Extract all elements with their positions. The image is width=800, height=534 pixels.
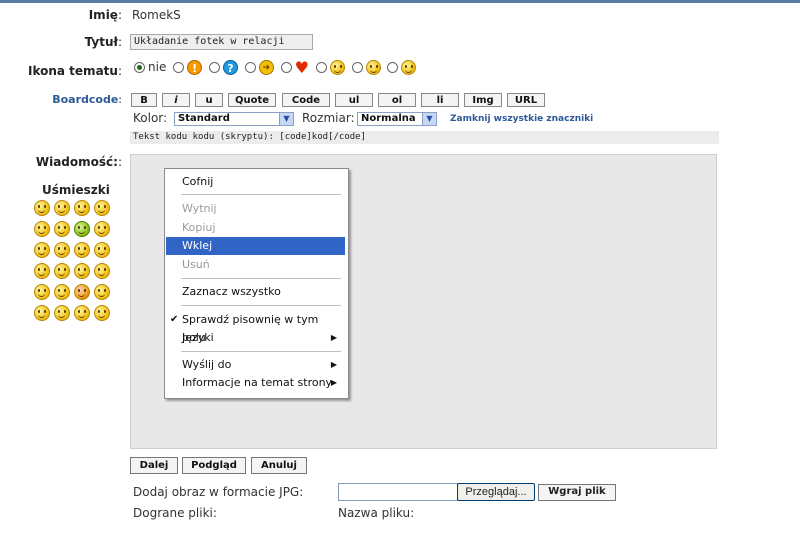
icon-radio-smile[interactable] — [387, 62, 399, 73]
arrow-right-icon: ➜ — [258, 60, 274, 75]
rolleyes-smiley-icon[interactable] — [54, 284, 70, 300]
menu-item-delete: Usuń — [182, 258, 210, 271]
color-select[interactable]: Standard ▼ — [174, 112, 294, 126]
mad-smiley-icon[interactable] — [54, 305, 70, 321]
tongue-smiley-icon[interactable] — [94, 200, 110, 216]
filename-label: Nazwa pliku: — [338, 506, 415, 520]
icon-options: nie ! ? ➜ ♥ — [134, 60, 419, 78]
icon-radio-shocked[interactable] — [351, 62, 363, 73]
ul-button[interactable]: ul — [335, 93, 373, 107]
li-button[interactable]: li — [421, 93, 459, 107]
worried-smiley-icon[interactable] — [74, 242, 90, 258]
uploaded-files-label: Dograne pliki: — [133, 506, 217, 520]
surprised-smiley-icon[interactable] — [54, 221, 70, 237]
size-label: Rozmiar: — [302, 111, 355, 125]
menu-separator — [181, 351, 341, 352]
grin-smiley-icon[interactable] — [34, 221, 50, 237]
icon-radio-none[interactable] — [134, 62, 145, 73]
browse-button[interactable]: Przeglądaj... — [457, 483, 535, 501]
nerd-smiley-icon[interactable] — [74, 263, 90, 279]
ol-button[interactable]: ol — [378, 93, 416, 107]
submenu-arrow-icon: ▶ — [330, 333, 337, 342]
menu-item-copy: Kopiuj — [182, 221, 216, 234]
smileys-label: Uśmieszki — [42, 183, 110, 197]
heart-icon: ♥ — [294, 58, 309, 77]
close-tags-link[interactable]: Zamknij wszystkie znaczniki — [450, 114, 593, 124]
shocked-smiley-icon[interactable] — [34, 263, 50, 279]
icon-none-label: nie — [148, 60, 167, 74]
wink-smiley-icon[interactable] — [54, 200, 70, 216]
menu-item-select-all[interactable]: Zaznacz wszystko — [166, 283, 345, 301]
glasses-smiley-icon[interactable] — [94, 284, 110, 300]
icon-radio-question[interactable] — [208, 62, 220, 73]
title-input[interactable]: Układanie fotek w relacji — [130, 34, 313, 50]
context-menu: Cofnij Wytnij Kopiuj Wklej Usuń Zaznacz … — [164, 168, 349, 399]
devil-smiley-icon[interactable] — [74, 284, 90, 300]
menu-item-page-info[interactable]: Informacje na temat strony ▶ — [166, 374, 345, 392]
warning-icon: ! — [187, 60, 203, 75]
submenu-arrow-icon: ▶ — [330, 378, 337, 387]
embarrassed-smiley-icon[interactable] — [74, 305, 90, 321]
preview-button[interactable]: Podgląd — [182, 457, 246, 474]
menu-item-send-to[interactable]: Wyślij do ▶ — [166, 356, 345, 374]
icon-radio-grin[interactable] — [315, 62, 327, 73]
laugh-smiley-icon[interactable] — [54, 263, 70, 279]
icon-radio-warning[interactable] — [173, 62, 185, 73]
icon-radio-heart[interactable] — [280, 62, 292, 73]
add-image-label: Dodaj obraz w formacie JPG: — [133, 485, 304, 499]
crazy-smiley-icon[interactable] — [94, 305, 110, 321]
file-path-input[interactable] — [338, 483, 458, 501]
icon-radio-arrow[interactable] — [244, 62, 256, 73]
dizzy-smiley-icon[interactable] — [94, 263, 110, 279]
next-button[interactable]: Dalej — [130, 457, 178, 474]
sad-smiley-icon[interactable] — [54, 242, 70, 258]
bold-button[interactable]: B — [131, 93, 157, 107]
chevron-down-icon: ▼ — [279, 113, 293, 125]
sick-smiley-icon[interactable] — [74, 221, 90, 237]
shocked-icon — [365, 60, 381, 75]
message-label: Wiadomość:: — [35, 155, 122, 169]
checkmark-icon: ✔ — [170, 314, 179, 325]
menu-separator — [181, 194, 341, 195]
smile-icon — [401, 60, 417, 75]
color-select-value: Standard — [178, 113, 230, 124]
name-value: RomekS — [132, 8, 181, 22]
menu-separator — [181, 278, 341, 279]
code-button[interactable]: Code — [282, 93, 330, 107]
menu-item-languages[interactable]: Języki ▶ — [166, 329, 345, 347]
grin-icon — [329, 60, 345, 75]
img-button[interactable]: Img — [464, 93, 502, 107]
question-icon: ? — [222, 60, 238, 75]
quote-button[interactable]: Quote — [228, 93, 276, 107]
url-button[interactable]: URL — [507, 93, 545, 107]
size-select[interactable]: Normalna ▼ — [357, 112, 437, 126]
menu-separator — [181, 305, 341, 306]
menu-item-spellcheck[interactable]: ✔ Sprawdź pisownię w tym polu — [166, 311, 345, 344]
cancel-button[interactable]: Anuluj — [251, 457, 307, 474]
blush-smiley-icon[interactable] — [34, 305, 50, 321]
upload-button[interactable]: Wgraj plik — [538, 484, 616, 501]
name-label: Imię: — [88, 8, 122, 22]
top-border — [0, 0, 800, 3]
silly-smiley-icon[interactable] — [34, 284, 50, 300]
sleepy-smiley-icon[interactable] — [94, 221, 110, 237]
eyes-smiley-icon[interactable] — [34, 242, 50, 258]
size-select-value: Normalna — [361, 113, 416, 124]
icon-label: Ikona tematu: — [28, 64, 122, 78]
color-label: Kolor: — [133, 111, 168, 125]
cool-smiley-icon[interactable] — [34, 200, 50, 216]
menu-item-undo[interactable]: Cofnij — [166, 173, 345, 191]
chevron-down-icon: ▼ — [422, 113, 436, 125]
menu-item-paste[interactable]: Wklej — [166, 237, 345, 255]
confused-smiley-icon[interactable] — [94, 242, 110, 258]
italic-button[interactable]: i — [162, 93, 190, 107]
boardcode-label: Boardcode: — [52, 93, 122, 106]
menu-item-cut: Wytnij — [182, 202, 217, 215]
happy-smiley-icon[interactable] — [74, 200, 90, 216]
title-label: Tytuł: — [84, 35, 122, 49]
underline-button[interactable]: u — [195, 93, 223, 107]
submenu-arrow-icon: ▶ — [330, 360, 337, 369]
help-text: Tekst kodu kodu (skryptu): [code]kod[/co… — [130, 131, 719, 144]
